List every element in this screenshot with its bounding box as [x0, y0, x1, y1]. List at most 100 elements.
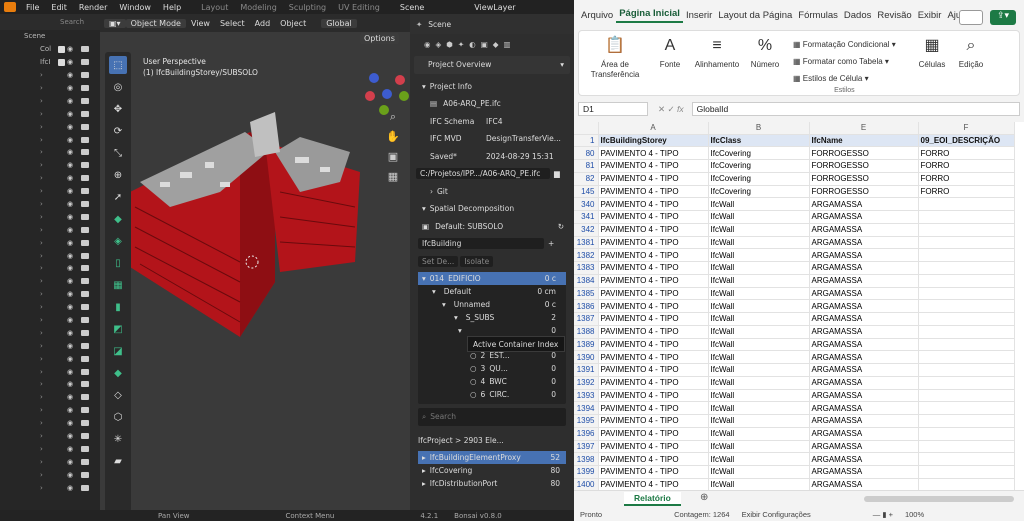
tree-item[interactable]: ▾ Default 0 cm [418, 285, 566, 298]
workspace-modeling[interactable]: Modeling [234, 3, 282, 12]
expand-icon[interactable]: › [40, 161, 43, 169]
ribbon-tab[interactable]: Fórmulas [795, 10, 841, 21]
table-cell[interactable] [918, 440, 1015, 454]
expand-icon[interactable]: › [40, 393, 43, 401]
tree-item[interactable]: ▾ Unnamed 0 c [418, 298, 566, 311]
table-cell[interactable]: IfcWall [708, 312, 810, 326]
eye-icon[interactable]: ◉ [67, 148, 73, 156]
element-tool-icon[interactable]: ◆ [109, 364, 127, 382]
eye-icon[interactable]: ◉ [67, 187, 73, 195]
tab-icons[interactable]: ◉◈⬢✦◐▣◆▥ [424, 40, 516, 49]
rotate-icon[interactable]: ⟳ [109, 122, 127, 140]
table-cell[interactable]: PAVIMENTO 4 - TIPO [598, 159, 709, 173]
table-cell[interactable]: IfcWall [708, 223, 810, 237]
eye-icon[interactable]: ◉ [67, 136, 73, 144]
table-cell[interactable]: PAVIMENTO 4 - TIPO [598, 185, 709, 199]
select-box-icon[interactable]: ⬚ [109, 56, 127, 74]
ribbon-tab[interactable]: Exibir [915, 10, 945, 21]
display-settings-button[interactable]: Exibir Configurações [736, 510, 817, 519]
camera-icon[interactable] [81, 175, 89, 182]
table-cell[interactable] [918, 389, 1015, 403]
expand-icon[interactable]: › [40, 84, 43, 92]
eye-icon[interactable]: ◉ [67, 380, 73, 388]
building-dropdown[interactable]: IfcBuilding [418, 238, 544, 250]
table-cell[interactable] [918, 338, 1015, 352]
expand-icon[interactable]: › [40, 355, 43, 363]
eye-icon[interactable]: ◉ [67, 406, 73, 414]
tree-search-input[interactable]: Search [430, 412, 456, 421]
share-button[interactable]: ⇪▾ [990, 10, 1016, 25]
row-number[interactable]: 1392 [574, 376, 599, 390]
table-cell[interactable]: PAVIMENTO 4 - TIPO [598, 325, 709, 339]
expand-icon[interactable]: › [40, 471, 43, 479]
header-cell[interactable]: IfcClass [708, 134, 810, 148]
table-cell[interactable]: IfcCovering [708, 159, 810, 173]
wall-tool-icon[interactable]: ◆ [109, 210, 127, 228]
table-cell[interactable]: IfcWall [708, 350, 810, 364]
table-cell[interactable]: PAVIMENTO 4 - TIPO [598, 223, 709, 237]
outliner-row[interactable]: › ◉ [0, 326, 100, 339]
table-cell[interactable]: IfcWall [708, 427, 810, 441]
opening-tool-icon[interactable]: ◪ [109, 342, 127, 360]
eye-icon[interactable]: ◉ [67, 239, 73, 247]
table-cell[interactable]: ARGAMASSA [809, 274, 919, 288]
eye-icon[interactable]: ◉ [67, 264, 73, 272]
annotate-icon[interactable]: ➚ [109, 188, 127, 206]
table-cell[interactable]: ARGAMASSA [809, 440, 919, 454]
table-cell[interactable]: PAVIMENTO 4 - TIPO [598, 287, 709, 301]
row-number[interactable]: 1394 [574, 401, 599, 415]
outliner-row-scene[interactable]: Scene [0, 30, 100, 43]
editing-group[interactable]: ⌕ Edição [953, 35, 989, 70]
camera-icon[interactable] [81, 484, 89, 491]
outliner-row[interactable]: › ◉ [0, 417, 100, 430]
ribbon-tab[interactable]: Arquivo [578, 10, 616, 21]
formula-input[interactable]: GlobalId [691, 102, 1020, 116]
camera-icon[interactable] [81, 265, 89, 272]
table-cell[interactable]: ARGAMASSA [809, 312, 919, 326]
horizontal-scrollbar[interactable] [864, 496, 1014, 502]
eye-icon[interactable]: ◉ [67, 45, 73, 53]
tree-item[interactable]: ▾ 0 [418, 324, 566, 337]
outliner-row[interactable]: › ◉ [0, 249, 100, 262]
comment-icon[interactable] [959, 10, 983, 25]
table-cell[interactable]: IfcWall [708, 440, 810, 454]
expand-icon[interactable]: › [40, 406, 43, 414]
table-cell[interactable]: PAVIMENTO 4 - TIPO [598, 299, 709, 313]
eye-icon[interactable]: ◉ [67, 123, 73, 131]
table-cell[interactable]: ARGAMASSA [809, 452, 919, 466]
camera-icon[interactable] [81, 304, 89, 311]
table-cell[interactable]: FORROGESSO [809, 185, 919, 199]
table-cell[interactable]: PAVIMENTO 4 - TIPO [598, 440, 709, 454]
zoom-slider[interactable]: — ▮ + [867, 510, 899, 519]
outliner-row[interactable]: › ◉ [0, 172, 100, 185]
table-cell[interactable]: IfcCovering [708, 185, 810, 199]
table-cell[interactable]: ARGAMASSA [809, 401, 919, 415]
conditional-format-button[interactable]: ▦ Formatação Condicional ▾ [793, 36, 896, 53]
camera-icon[interactable] [81, 201, 89, 208]
table-cell[interactable] [918, 299, 1015, 313]
class-row[interactable]: ▸ IfcDistributionPort 80 [418, 477, 566, 490]
add-sheet-icon[interactable]: ⊕ [700, 492, 708, 503]
table-cell[interactable]: ARGAMASSA [809, 427, 919, 441]
row-number[interactable]: 1399 [574, 465, 599, 479]
transform-icon[interactable]: ⊕ [109, 166, 127, 184]
path-input[interactable]: C:/Projetos/IPP.../A06-ARQ_PE.ifc [416, 168, 550, 180]
menu-window[interactable]: Window [113, 3, 157, 12]
select-all-corner[interactable] [574, 122, 599, 135]
row-number[interactable]: 1390 [574, 350, 599, 364]
row-number[interactable]: 1381 [574, 236, 599, 250]
header-cell[interactable]: IfcName [809, 134, 919, 148]
column-header[interactable]: E [809, 122, 919, 135]
header-cell[interactable]: IfcBuildingStorey [598, 134, 709, 148]
column-tool-icon[interactable]: ▮ [109, 298, 127, 316]
table-cell[interactable] [918, 414, 1015, 428]
row-number[interactable]: 1385 [574, 287, 599, 301]
3d-viewport[interactable]: ⌕ ✋ ▣ ▦ Options [100, 32, 410, 510]
bookmark-tool-icon[interactable]: ▰ [109, 452, 127, 470]
eye-icon[interactable]: ◉ [67, 84, 73, 92]
table-cell[interactable]: IfcCovering [708, 146, 810, 160]
camera-icon[interactable] [81, 136, 89, 143]
expand-icon[interactable]: › [40, 264, 43, 272]
table-cell[interactable]: ARGAMASSA [809, 248, 919, 262]
expand-icon[interactable]: › [40, 303, 43, 311]
